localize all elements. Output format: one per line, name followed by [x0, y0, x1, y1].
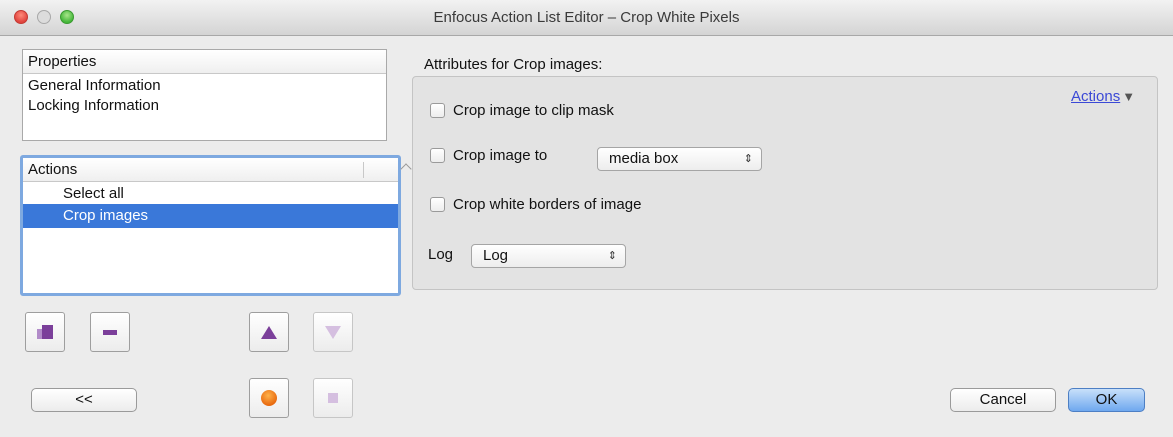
remove-action-button[interactable] [90, 312, 130, 352]
actions-list[interactable]: Actions Select all Crop images [20, 155, 401, 296]
action-list-editor-window: Enfocus Action List Editor – Crop White … [0, 0, 1173, 437]
stop-icon [328, 393, 338, 403]
window-title: Enfocus Action List Editor – Crop White … [433, 9, 740, 26]
collapse-button[interactable]: << [31, 388, 137, 412]
actions-list-header: Actions [23, 158, 398, 182]
move-down-button[interactable] [313, 312, 353, 352]
record-button[interactable] [249, 378, 289, 418]
log-select-value: Log [483, 247, 509, 264]
crop-to-row: Crop image to [430, 147, 547, 164]
crop-white-checkbox[interactable] [430, 197, 445, 212]
crop-white-label: Crop white borders of image [453, 196, 642, 213]
crop-clip-mask-row: Crop image to clip mask [430, 102, 614, 119]
crop-to-select-value: media box [609, 150, 679, 167]
popup-arrows-icon: ⇕ [743, 153, 753, 165]
action-item-select-all[interactable]: Select all [23, 182, 398, 206]
ok-button[interactable]: OK [1068, 388, 1145, 412]
arrow-up-icon [261, 325, 277, 339]
actions-list-header-label: Actions [28, 161, 78, 178]
record-icon [261, 390, 277, 406]
crop-white-row: Crop white borders of image [430, 196, 641, 213]
popup-arrows-icon: ⇕ [607, 250, 617, 262]
properties-item-locking[interactable]: Locking Information [23, 94, 386, 118]
action-item-crop-images[interactable]: Crop images [23, 204, 398, 228]
properties-list: Properties General Information Locking I… [22, 49, 387, 141]
arrow-down-icon [325, 325, 341, 339]
disclosure-triangle-icon: ▼ [1122, 89, 1136, 104]
actions-menu-link[interactable]: Actions ▼ [1071, 88, 1135, 105]
crop-to-label: Crop image to [453, 147, 548, 164]
properties-header: Properties [23, 50, 386, 74]
duplicate-icon [37, 325, 53, 339]
attributes-title: Attributes for Crop images: [424, 56, 603, 73]
title-bar: Enfocus Action List Editor – Crop White … [0, 0, 1173, 36]
column-divider [363, 162, 364, 178]
crop-to-checkbox[interactable] [430, 148, 445, 163]
panel-pointer [400, 163, 412, 175]
crop-clip-mask-checkbox[interactable] [430, 103, 445, 118]
duplicate-action-button[interactable] [25, 312, 65, 352]
cancel-button[interactable]: Cancel [950, 388, 1056, 412]
actions-menu-label: Actions [1071, 88, 1121, 105]
log-label: Log [428, 246, 454, 263]
log-select[interactable]: Log ⇕ [471, 244, 626, 268]
crop-clip-mask-label: Crop image to clip mask [453, 102, 614, 119]
stop-button[interactable] [313, 378, 353, 418]
crop-to-select[interactable]: media box ⇕ [597, 147, 762, 171]
minus-icon [103, 329, 117, 335]
move-up-button[interactable] [249, 312, 289, 352]
